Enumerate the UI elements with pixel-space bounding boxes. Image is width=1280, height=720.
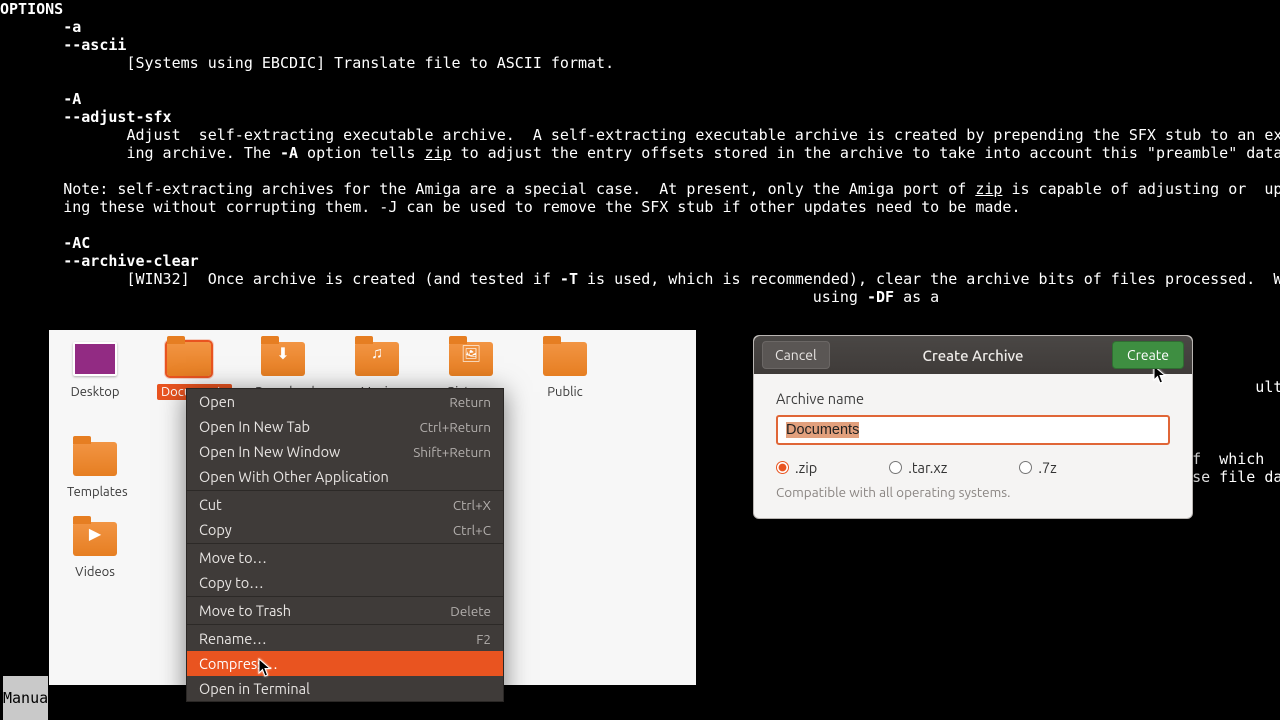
manpage-status: Manua bbox=[3, 676, 48, 720]
menu-item-open-in-terminal[interactable]: Open in Terminal bbox=[187, 676, 503, 701]
menu-item-open-in-new-window[interactable]: Open In New Window Shift+Return bbox=[187, 439, 503, 464]
menu-item-open-with-other-application[interactable]: Open With Other Application bbox=[187, 464, 503, 489]
menu-item-label: Copy to… bbox=[199, 574, 264, 591]
menu-item-label: Open in Terminal bbox=[199, 680, 310, 697]
folder-templates[interactable]: Templates bbox=[63, 436, 127, 506]
menu-item-label: Rename… bbox=[199, 630, 267, 647]
folder-glyph-icon: 🖼 bbox=[447, 344, 495, 363]
create-button[interactable]: Create bbox=[1112, 341, 1184, 369]
menu-item-cut[interactable]: Cut Ctrl+X bbox=[187, 492, 503, 517]
menu-separator bbox=[187, 543, 503, 544]
menu-item-move-to[interactable]: Move to… bbox=[187, 545, 503, 570]
menu-item-rename[interactable]: Rename… F2 bbox=[187, 626, 503, 651]
menu-item-copy-to[interactable]: Copy to… bbox=[187, 570, 503, 595]
format-7z-radio[interactable] bbox=[1019, 461, 1032, 474]
menu-item-label: Move to Trash bbox=[199, 602, 291, 619]
format-zip-radio[interactable] bbox=[776, 461, 789, 474]
format-zip-option[interactable]: .zip bbox=[776, 459, 817, 476]
folder-glyph-icon: ▶ bbox=[71, 524, 119, 543]
folder-icon: ⬇ bbox=[259, 336, 307, 380]
cancel-button[interactable]: Cancel bbox=[762, 341, 830, 369]
format-7z-option[interactable]: .7z bbox=[1019, 459, 1056, 476]
create-archive-dialog: Cancel Create Archive Create Archive nam… bbox=[753, 335, 1193, 519]
folder-glyph-icon: ♫ bbox=[353, 344, 401, 363]
format-tarxz-radio[interactable] bbox=[889, 461, 902, 474]
menu-separator bbox=[187, 624, 503, 625]
format-hint: Compatible with all operating systems. bbox=[776, 484, 1170, 500]
desktop-icon bbox=[71, 336, 119, 380]
menu-item-label: Open In New Tab bbox=[199, 418, 310, 435]
menu-item-label: Copy bbox=[199, 521, 232, 538]
menu-item-shortcut: F2 bbox=[476, 631, 491, 647]
menu-item-shortcut: Ctrl+C bbox=[453, 522, 491, 538]
menu-item-shortcut: Ctrl+Return bbox=[419, 419, 491, 435]
menu-separator bbox=[187, 490, 503, 491]
folder-icon: 🖼 bbox=[447, 336, 495, 380]
menu-item-label: Compress… bbox=[199, 655, 278, 672]
icon-label: Desktop bbox=[67, 384, 124, 400]
menu-item-label: Open With Other Application bbox=[199, 468, 389, 485]
menu-item-label: Cut bbox=[199, 496, 222, 513]
icon-label: Public bbox=[543, 384, 586, 400]
folder-videos[interactable]: ▶ Videos bbox=[63, 516, 127, 586]
menu-item-shortcut: Delete bbox=[450, 603, 491, 619]
menu-item-shortcut: Return bbox=[449, 394, 491, 410]
menu-item-label: Open In New Window bbox=[199, 443, 340, 460]
icon-label: Templates bbox=[63, 484, 132, 500]
menu-separator bbox=[187, 596, 503, 597]
folder-public[interactable]: Public bbox=[533, 336, 597, 406]
menu-item-compress[interactable]: Compress… bbox=[187, 651, 503, 676]
menu-item-label: Move to… bbox=[199, 549, 267, 566]
menu-item-label: Open bbox=[199, 393, 235, 410]
archive-format-group: .zip .tar.xz .7z bbox=[776, 459, 1170, 476]
folder-icon bbox=[71, 436, 119, 480]
folder-icon bbox=[165, 336, 213, 380]
folder-icon: ▶ bbox=[71, 516, 119, 560]
menu-item-copy[interactable]: Copy Ctrl+C bbox=[187, 517, 503, 542]
folder-icon: ♫ bbox=[353, 336, 401, 380]
menu-item-open[interactable]: Open Return bbox=[187, 389, 503, 414]
archive-name-label: Archive name bbox=[776, 390, 1170, 407]
menu-item-move-to-trash[interactable]: Move to Trash Delete bbox=[187, 598, 503, 623]
menu-item-shortcut: Shift+Return bbox=[413, 444, 491, 460]
format-tarxz-option[interactable]: .tar.xz bbox=[889, 459, 947, 476]
icon-label: Videos bbox=[71, 564, 119, 580]
folder-desktop[interactable]: Desktop bbox=[63, 336, 127, 406]
context-menu: OpenReturnOpen In New TabCtrl+ReturnOpen… bbox=[186, 388, 504, 702]
menu-item-shortcut: Ctrl+X bbox=[453, 497, 491, 513]
folder-glyph-icon: ⬇ bbox=[259, 344, 307, 363]
archive-name-input[interactable] bbox=[776, 415, 1170, 445]
menu-item-open-in-new-tab[interactable]: Open In New Tab Ctrl+Return bbox=[187, 414, 503, 439]
folder-icon bbox=[541, 336, 589, 380]
